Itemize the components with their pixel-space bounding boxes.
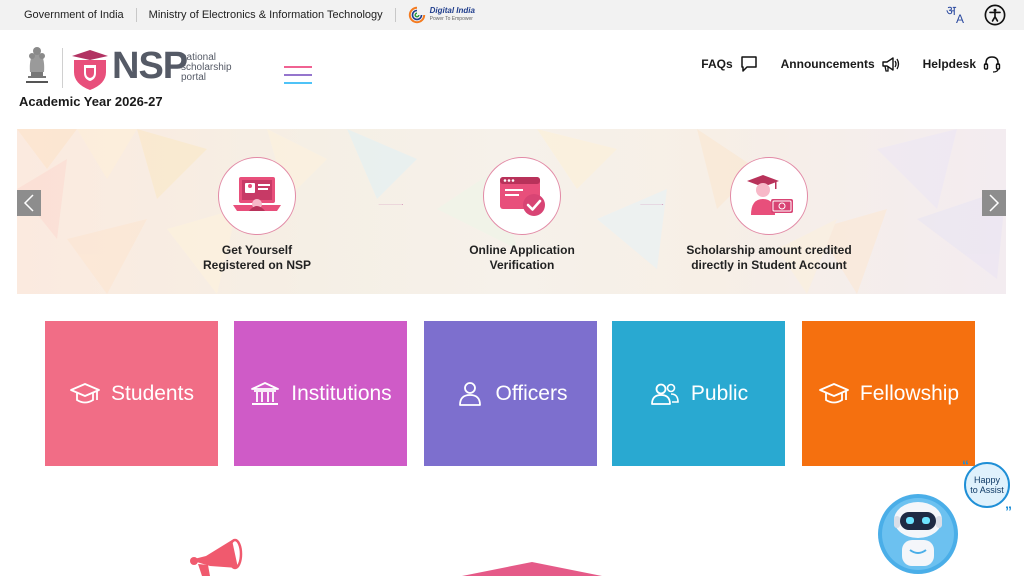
- step-credit: Scholarship amount credited directly in …: [669, 157, 869, 273]
- laptop-user-icon: [233, 177, 281, 211]
- virtual-assistant[interactable]: “ Happy to Assist ”: [874, 458, 1014, 576]
- carousel-next-button[interactable]: [982, 190, 1006, 216]
- building-roof-icon: [462, 562, 602, 576]
- tile-institutions[interactable]: Institutions: [234, 321, 407, 466]
- fellowship-cap-icon: [818, 382, 849, 403]
- graduate-money-icon: [747, 175, 793, 215]
- menu-hamburger-icon[interactable]: [284, 66, 312, 90]
- carousel-prev-button[interactable]: [17, 190, 41, 216]
- logo-sub-portal: portal: [181, 72, 207, 83]
- graduation-cap-icon: [70, 382, 100, 403]
- government-of-india-link[interactable]: Government of India: [0, 8, 137, 22]
- logo-divider: [62, 48, 63, 88]
- tile-officers[interactable]: Officers: [424, 321, 597, 466]
- chat-icon: [740, 56, 757, 72]
- user-category-tiles: Students Institutions Officers Public Fe…: [45, 321, 975, 466]
- step-register-circle: [218, 157, 296, 235]
- digital-india-tagline: Power To Empower: [429, 16, 473, 22]
- tile-students[interactable]: Students: [45, 321, 218, 466]
- step-register: Get Yourself Registered on NSP: [157, 157, 357, 273]
- tile-fellowship[interactable]: Fellowship: [802, 321, 975, 466]
- step-verification-line1: Online Application: [469, 243, 575, 257]
- tile-public-label: Public: [690, 381, 749, 405]
- step-credit-label: Scholarship amount credited directly in …: [669, 243, 869, 273]
- institution-building-icon: [251, 381, 280, 405]
- megaphone-icon: [881, 57, 899, 72]
- browser-check-icon: [500, 177, 545, 216]
- step-verification-circle: [483, 157, 561, 235]
- tile-public[interactable]: Public: [612, 321, 785, 466]
- digital-india-logo[interactable]: Digital India Power To Empower: [396, 6, 475, 24]
- step-credit-line2: directly in Student Account: [691, 258, 847, 272]
- tile-officers-label: Officers: [495, 381, 568, 405]
- officer-user-icon: [458, 381, 481, 406]
- process-banner: Get Yourself Registered on NSP Online Ap…: [17, 129, 1006, 294]
- faqs-link[interactable]: FAQs: [701, 54, 758, 74]
- academic-year: Academic Year 2026-27: [19, 94, 163, 109]
- step-register-line1: Get Yourself: [221, 243, 293, 257]
- tile-fellowship-label: Fellowship: [859, 381, 960, 405]
- step-credit-line1: Scholarship amount credited: [686, 243, 852, 257]
- step-register-label: Get Yourself Registered on NSP: [157, 243, 357, 273]
- government-bar: Government of India Ministry of Electron…: [0, 0, 1024, 30]
- chevron-left-icon: [23, 194, 34, 212]
- assist-line-1: Happy: [973, 475, 1000, 485]
- step-verification: Online Application Verification: [422, 157, 622, 273]
- tile-students-label: Students: [111, 381, 194, 405]
- nsp-logo-subtitle: national scholarship portal: [181, 53, 232, 83]
- nsp-logo-icon[interactable]: [70, 48, 110, 92]
- assist-line-2: to Assist: [970, 485, 1004, 495]
- nsp-logo-text[interactable]: NSP: [112, 46, 188, 86]
- helpdesk-link[interactable]: Helpdesk: [923, 54, 1002, 74]
- faqs-label: FAQs: [701, 57, 733, 71]
- step-verification-line2: Verification: [489, 258, 555, 272]
- header-nav: FAQs Announcements Helpdesk: [701, 54, 1002, 74]
- site-header: NSP national scholarship portal Academic…: [0, 30, 1024, 120]
- step-register-line2: Registered on NSP: [202, 258, 312, 272]
- helpdesk-label: Helpdesk: [922, 57, 976, 71]
- ministry-link[interactable]: Ministry of Electronics & Information Te…: [137, 8, 396, 22]
- announcement-megaphone-icon: [190, 538, 243, 576]
- step-verification-label: Online Application Verification: [422, 243, 622, 273]
- assist-speech-bubble[interactable]: “ Happy to Assist ”: [962, 458, 1012, 518]
- national-emblem-icon: [26, 47, 48, 83]
- step-credit-circle: [730, 157, 808, 235]
- language-icon[interactable]: अA: [946, 3, 968, 27]
- digital-india-title: Digital India: [429, 6, 475, 15]
- accessibility-icon[interactable]: [984, 4, 1006, 26]
- chevron-right-icon: [989, 194, 1000, 212]
- digital-india-swirl-icon: [408, 6, 425, 24]
- headset-icon: [983, 56, 1001, 73]
- robot-assistant-icon[interactable]: [876, 484, 966, 576]
- announcements-link[interactable]: Announcements: [781, 54, 901, 74]
- group-users-icon: [650, 383, 679, 405]
- announcements-label: Announcements: [780, 57, 875, 71]
- tile-institutions-label: Institutions: [291, 381, 392, 405]
